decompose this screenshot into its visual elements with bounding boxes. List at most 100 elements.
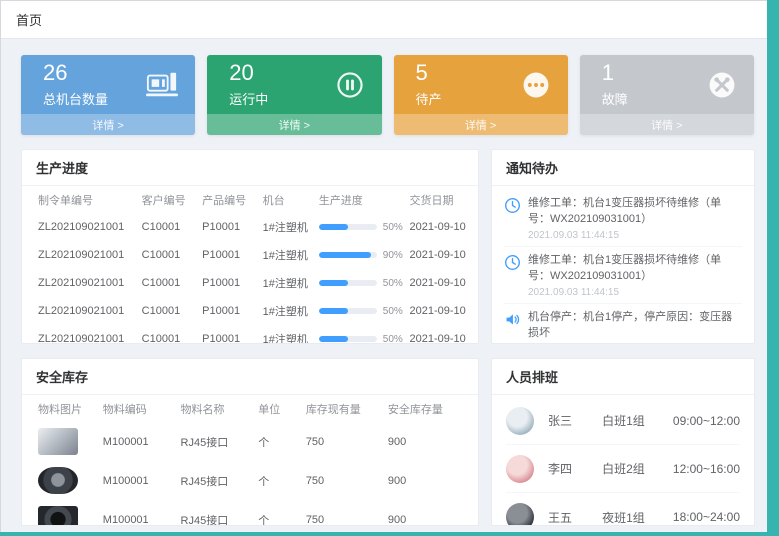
dashboard-app: 首页 26 总机台数量 详情 > 20 运行中 详情 > 5 待产	[0, 0, 767, 532]
notice-body: 维修工单：机台1变压器损坏待维修（单号：WX202109031001） 2021…	[528, 196, 742, 241]
delivery-date: 2021-09-10	[405, 297, 466, 325]
product-no: P10001	[198, 269, 258, 297]
safety-qty: 900	[384, 461, 466, 500]
machine-name: 1#注塑机	[259, 297, 315, 325]
on-hand-qty: 750	[302, 461, 384, 500]
material-code: M100001	[99, 422, 177, 461]
panels-row-2: 安全库存 物料图片物料编码物料名称单位库存现有量安全库存量 M100001 RJ…	[1, 344, 767, 526]
notice-body: 机台停产：机台1停产，停产原因：变压器损坏	[528, 310, 742, 342]
machine-name: 1#注塑机	[259, 269, 315, 297]
order-no: ZL202109021001	[34, 297, 138, 325]
column-header: 生产进度	[315, 186, 406, 213]
staff-shift: 夜班1组	[602, 509, 673, 526]
notice-time: 2021.09.03 11:44:15	[528, 287, 742, 298]
detail-link[interactable]: 详情 >	[394, 114, 568, 135]
notice-list: 维修工单：机台1变压器损坏待维修（单号：WX202109031001） 2021…	[492, 186, 754, 344]
progress-label: 90%	[383, 250, 403, 261]
progress-label: 50%	[383, 278, 403, 289]
staff-list: 张三 白班1组 09:00~12:00 李四 白班2组 12:00~16:00 …	[492, 395, 754, 526]
progress-cell: 50%	[315, 269, 406, 297]
staff-shift: 白班1组	[602, 412, 673, 429]
column-header: 机台	[259, 186, 315, 213]
unit: 个	[254, 461, 302, 500]
stat-card-waiting[interactable]: 5 待产 详情 >	[394, 55, 568, 135]
progress-cell: 50%	[315, 325, 406, 344]
order-no: ZL202109021001	[34, 213, 138, 241]
clock-icon	[504, 254, 521, 298]
stat-card-running[interactable]: 20 运行中 详情 >	[207, 55, 381, 135]
staff-schedule-panel: 人员排班 张三 白班1组 09:00~12:00 李四 白班2组 12:00~1…	[491, 358, 755, 526]
stock-row: M100001 RJ45接口 个 750 900	[34, 461, 466, 500]
detail-link[interactable]: 详情 >	[207, 114, 381, 135]
customer-no: C10001	[138, 297, 198, 325]
notice-item[interactable]: 维修工单：机台1变压器损坏待维修（单号：WX202109031001） 2021…	[504, 190, 742, 247]
product-no: P10001	[198, 241, 258, 269]
unit: 个	[254, 422, 302, 461]
stat-card-body: 20 运行中	[207, 55, 381, 114]
progress-bar	[319, 336, 377, 342]
machine-name: 1#注塑机	[259, 241, 315, 269]
stock-row: M100001 RJ45接口 个 750 900	[34, 422, 466, 461]
staff-shift: 白班2组	[602, 460, 673, 477]
progress-bar	[319, 308, 377, 314]
material-photo-cell	[34, 422, 99, 461]
detail-link[interactable]: 详情 >	[21, 114, 195, 135]
production-row: ZL202109021001 C10001 P10001 1#注塑机 50% 2…	[34, 325, 466, 344]
stat-label: 待产	[416, 89, 442, 108]
speaker-icon	[504, 311, 521, 342]
detail-link[interactable]: 详情 >	[580, 114, 754, 135]
column-header: 交货日期	[405, 186, 466, 213]
panel-title-production: 生产进度	[22, 150, 478, 186]
fault-icon	[706, 69, 738, 101]
product-no: P10001	[198, 297, 258, 325]
rj45-photo	[38, 428, 78, 455]
column-header: 安全库存量	[384, 395, 466, 422]
notices-panel: 通知待办 维修工单：机台1变压器损坏待维修（单号：WX202109031001）…	[491, 149, 755, 344]
material-photo-cell	[34, 461, 99, 500]
progress-cell: 90%	[315, 241, 406, 269]
production-row: ZL202109021001 C10001 P10001 1#注塑机 90% 2…	[34, 241, 466, 269]
staff-name: 张三	[548, 412, 602, 429]
production-table: 制令单编号客户编号产品编号机台生产进度交货日期 ZL202109021001 C…	[34, 186, 466, 344]
staff-time: 09:00~12:00	[673, 414, 740, 428]
production-row: ZL202109021001 C10001 P10001 1#注塑机 50% 2…	[34, 213, 466, 241]
speaker-photo	[38, 506, 78, 526]
on-hand-qty: 750	[302, 500, 384, 526]
avatar	[506, 455, 534, 483]
material-code: M100001	[99, 461, 177, 500]
panel-title-notices: 通知待办	[492, 150, 754, 186]
stat-label: 故障	[602, 89, 628, 108]
product-no: P10001	[198, 213, 258, 241]
avatar	[506, 407, 534, 435]
staff-name: 王五	[548, 509, 602, 526]
tab-home[interactable]: 首页	[16, 10, 42, 29]
stat-card-total[interactable]: 26 总机台数量 详情 >	[21, 55, 195, 135]
progress-bar	[319, 252, 377, 258]
progress-bar	[319, 224, 377, 230]
staff-row: 张三 白班1组 09:00~12:00	[506, 397, 740, 445]
production-row: ZL202109021001 C10001 P10001 1#注塑机 50% 2…	[34, 297, 466, 325]
progress-label: 50%	[383, 306, 403, 317]
progress-label: 50%	[383, 222, 403, 233]
progress-cell: 50%	[315, 213, 406, 241]
material-name: RJ45接口	[177, 500, 255, 526]
notice-item[interactable]: 维修工单：机台1变压器损坏待维修（单号：WX202109031001） 2021…	[504, 247, 742, 304]
progress-bar	[319, 280, 377, 286]
material-name: RJ45接口	[177, 461, 255, 500]
customer-no: C10001	[138, 325, 198, 344]
progress-cell: 50%	[315, 297, 406, 325]
stat-card-body: 26 总机台数量	[21, 55, 195, 114]
order-no: ZL202109021001	[34, 325, 138, 344]
delivery-date: 2021-09-10	[405, 325, 466, 344]
staff-time: 18:00~24:00	[673, 510, 740, 524]
stock-row: M100001 RJ45接口 个 750 900	[34, 500, 466, 526]
staff-name: 李四	[548, 460, 602, 477]
notice-item[interactable]: 机台停产：机台1停产，停产原因：变压器损坏	[504, 304, 742, 344]
production-progress-panel: 生产进度 制令单编号客户编号产品编号机台生产进度交货日期 ZL202109021…	[21, 149, 479, 344]
panels-row-1: 生产进度 制令单编号客户编号产品编号机台生产进度交货日期 ZL202109021…	[1, 135, 767, 344]
stat-card-fault[interactable]: 1 故障 详情 >	[580, 55, 754, 135]
column-header: 物料名称	[177, 395, 255, 422]
stat-card-body: 1 故障	[580, 55, 754, 114]
stat-cards-row: 26 总机台数量 详情 > 20 运行中 详情 > 5 待产 详情 >	[1, 39, 767, 135]
machine-name: 1#注塑机	[259, 325, 315, 344]
